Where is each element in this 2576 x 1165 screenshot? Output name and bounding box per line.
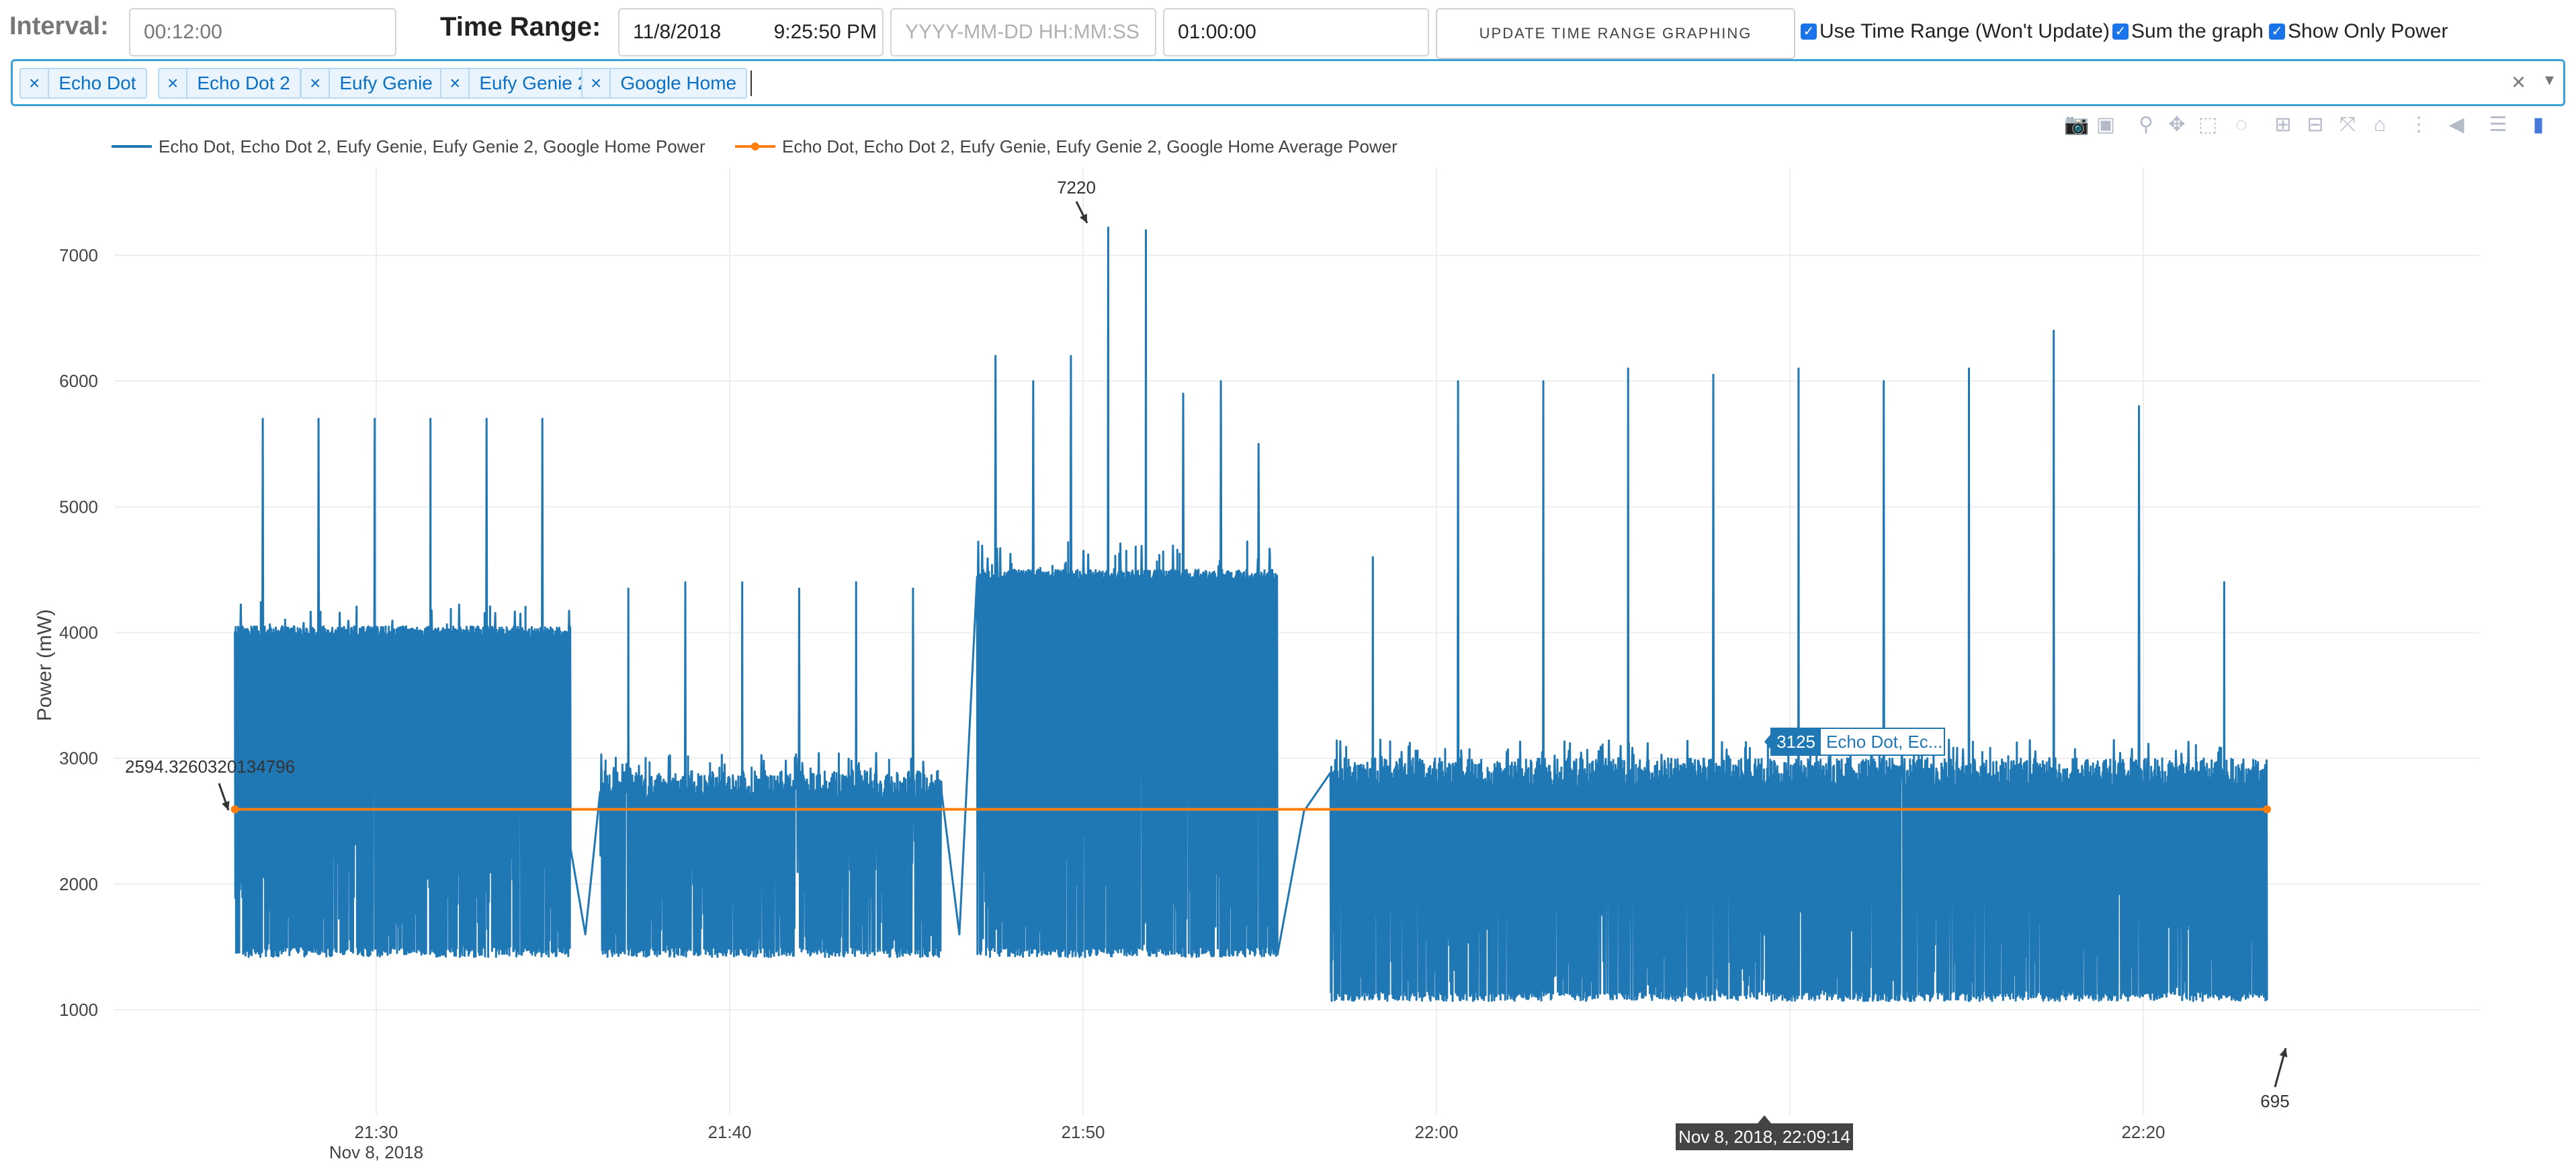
annotation-arrowhead xyxy=(222,801,230,810)
tag-remove-button[interactable]: × xyxy=(159,69,188,97)
annotation-label: 695 xyxy=(2260,1091,2289,1111)
tag-remove-button[interactable]: × xyxy=(441,69,470,97)
x-tick-label: 22:00 xyxy=(1414,1122,1458,1142)
y-tick-label: 4000 xyxy=(59,623,98,643)
tag-label: Eufy Genie 2 xyxy=(479,73,589,93)
checkmark-icon: ✓ xyxy=(1801,24,1817,40)
sum-graph-checkbox[interactable]: ✓ Sum the graph xyxy=(2112,20,2264,43)
annotation-label: 7220 xyxy=(1057,177,1096,198)
tag-label: Eufy Genie xyxy=(339,73,433,93)
legend-label-average: Echo Dot, Echo Dot 2, Eufy Genie, Eufy G… xyxy=(782,136,1398,157)
interval-input[interactable]: 00:12:00 xyxy=(129,8,396,56)
hover-series-label: Echo Dot, Ec... xyxy=(1826,732,1942,752)
start-time-value: 9:25:50 PM xyxy=(773,21,877,43)
average-end-marker xyxy=(2263,805,2272,814)
tag-eufy-genie-2: × Eufy Genie 2 xyxy=(440,68,599,99)
device-tag-selector[interactable]: × Echo Dot × Echo Dot 2 × Eufy Genie × E… xyxy=(11,59,2565,106)
annotation-label: 2594.3260320134796 xyxy=(125,757,295,777)
interval-label: Interval: xyxy=(9,12,109,40)
text-caret xyxy=(750,71,752,96)
sum-graph-label: Sum the graph xyxy=(2131,20,2264,42)
chart-legend: Echo Dot, Echo Dot 2, Eufy Genie, Eufy G… xyxy=(112,136,1398,157)
y-axis-label: Power (mW) xyxy=(34,609,56,722)
y-tick-label: 2000 xyxy=(59,874,98,894)
tag-label: Google Home xyxy=(620,73,737,93)
checkmark-icon: ✓ xyxy=(2112,24,2129,40)
x-tick-label: 21:50 xyxy=(1061,1122,1105,1142)
power-chart[interactable]: 100020003000400050006000700021:30Nov 8, … xyxy=(0,107,2576,1165)
checkmark-icon: ✓ xyxy=(2269,24,2285,40)
start-datetime-input[interactable]: 11/8/2018 9:25:50 PM xyxy=(618,8,884,56)
y-tick-label: 3000 xyxy=(59,748,98,769)
y-tick-label: 7000 xyxy=(59,245,98,265)
y-tick-label: 1000 xyxy=(59,1000,98,1020)
update-time-range-button[interactable]: UPDATE TIME RANGE GRAPHING xyxy=(1436,8,1795,59)
end-datetime-input[interactable]: YYYY-MM-DD HH:MM:SS xyxy=(890,8,1156,56)
tag-echo-dot-2: × Echo Dot 2 xyxy=(158,68,301,99)
dropdown-arrow-icon[interactable]: ▾ xyxy=(2545,69,2554,90)
tag-remove-button[interactable]: × xyxy=(21,69,50,97)
legend-marker-average xyxy=(751,142,759,150)
x-tick-label: 21:30 xyxy=(354,1122,398,1142)
tag-remove-button[interactable]: × xyxy=(302,69,331,97)
power-series-line xyxy=(234,226,2268,1002)
clear-all-icon[interactable]: × xyxy=(2511,68,2526,96)
tag-echo-dot: × Echo Dot xyxy=(19,68,147,99)
legend-label-power: Echo Dot, Echo Dot 2, Eufy Genie, Eufy G… xyxy=(159,136,705,157)
y-tick-label: 6000 xyxy=(59,371,98,391)
y-tick-label: 5000 xyxy=(59,497,98,517)
average-start-marker xyxy=(230,805,239,814)
time-range-label: Time Range: xyxy=(440,12,601,42)
tag-label: Echo Dot xyxy=(58,73,136,93)
tag-label: Echo Dot 2 xyxy=(197,73,290,93)
hover-value: 3125 xyxy=(1776,732,1815,752)
use-time-range-label: Use Time Range (Won't Update) xyxy=(1819,20,2110,42)
hover-x-pointer xyxy=(1758,1115,1771,1123)
start-date-value: 11/8/2018 xyxy=(633,21,722,43)
duration-input[interactable]: 01:00:00 xyxy=(1163,8,1429,56)
x-tick-label: 21:40 xyxy=(707,1122,751,1142)
tag-eufy-genie: × Eufy Genie xyxy=(300,68,443,99)
show-only-power-checkbox[interactable]: ✓ Show Only Power xyxy=(2269,20,2448,43)
x-tick-sublabel: Nov 8, 2018 xyxy=(329,1142,423,1162)
x-tick-label: 22:20 xyxy=(2121,1122,2165,1142)
hover-x-label: Nov 8, 2018, 22:09:14 xyxy=(1678,1127,1850,1147)
controls-bar: Interval: 00:12:00 Time Range: 11/8/2018… xyxy=(0,0,2576,60)
tag-remove-button[interactable]: × xyxy=(583,69,611,97)
show-only-power-label: Show Only Power xyxy=(2288,20,2448,42)
use-time-range-checkbox[interactable]: ✓ Use Time Range (Won't Update) xyxy=(1801,20,2110,43)
tag-google-home: × Google Home xyxy=(581,68,748,99)
